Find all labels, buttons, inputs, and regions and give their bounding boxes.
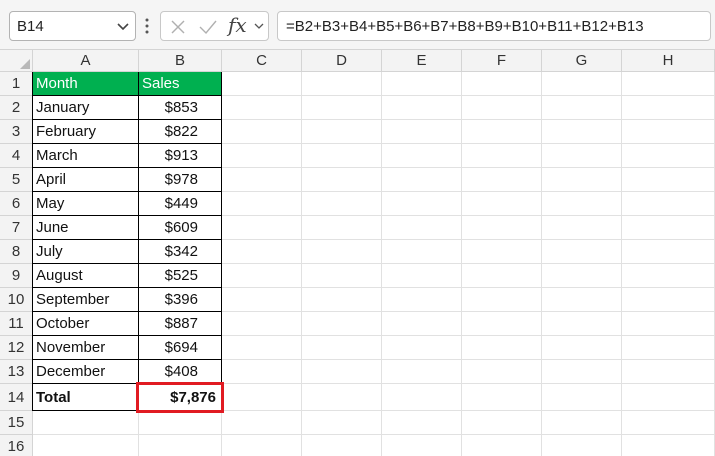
row-header-5[interactable]: 5 — [0, 168, 33, 192]
row-header-12[interactable]: 12 — [0, 336, 33, 360]
gridline — [541, 72, 542, 456]
column-header-d[interactable]: D — [302, 50, 382, 72]
cell-sales[interactable]: $853 — [139, 96, 222, 120]
cell-month[interactable]: June — [33, 216, 139, 240]
cell-sales[interactable]: $408 — [139, 360, 222, 384]
chevron-down-icon[interactable] — [253, 21, 265, 31]
gridline — [301, 72, 302, 456]
cell-sales[interactable]: $342 — [139, 240, 222, 264]
column-header-a[interactable]: A — [33, 50, 139, 72]
cell-total-label[interactable]: Total — [33, 384, 139, 411]
cell-month[interactable]: March — [33, 144, 139, 168]
vertical-dots-icon[interactable] — [145, 17, 149, 35]
row-header-15[interactable]: 15 — [0, 411, 33, 435]
header-cell-month[interactable]: Month — [33, 72, 139, 96]
row-header-1[interactable]: 1 — [0, 72, 33, 96]
close-icon[interactable] — [169, 18, 187, 36]
row-header-9[interactable]: 9 — [0, 264, 33, 288]
gridline — [381, 72, 382, 456]
cell-sales[interactable]: $822 — [139, 120, 222, 144]
cell-sales[interactable]: $525 — [139, 264, 222, 288]
cell-month[interactable]: September — [33, 288, 139, 312]
select-all-icon — [20, 59, 30, 69]
cell-month[interactable]: November — [33, 336, 139, 360]
row-header-16[interactable]: 16 — [0, 435, 33, 456]
row-header-6[interactable]: 6 — [0, 192, 33, 216]
cell-sales[interactable]: $978 — [139, 168, 222, 192]
selected-cell-highlight — [136, 382, 224, 413]
gridline — [621, 72, 622, 456]
cell-sales[interactable]: $694 — [139, 336, 222, 360]
gridline — [461, 72, 462, 456]
row-header-10[interactable]: 10 — [0, 288, 33, 312]
cell-sales[interactable]: $449 — [139, 192, 222, 216]
row-header-4[interactable]: 4 — [0, 144, 33, 168]
cell-month[interactable]: January — [33, 96, 139, 120]
row-header-11[interactable]: 11 — [0, 312, 33, 336]
cell-sales[interactable]: $887 — [139, 312, 222, 336]
gridline — [33, 434, 715, 435]
name-box[interactable]: B14 — [9, 11, 136, 41]
insert-function-button[interactable]: fx — [228, 13, 247, 37]
cell-month[interactable]: April — [33, 168, 139, 192]
header-cell-sales[interactable]: Sales — [139, 72, 222, 96]
column-header-b[interactable]: B — [139, 50, 222, 72]
row-header-8[interactable]: 8 — [0, 240, 33, 264]
column-header-h[interactable]: H — [622, 50, 715, 72]
check-icon[interactable] — [198, 18, 218, 36]
formula-bar: B14 fx =B2+B3+B4+B5+B6+B7+B8+B9+B10+B11+… — [0, 0, 715, 50]
cell-month[interactable]: October — [33, 312, 139, 336]
formula-input[interactable]: =B2+B3+B4+B5+B6+B7+B8+B9+B10+B11+B12+B13 — [277, 11, 711, 41]
cell-sales[interactable]: $609 — [139, 216, 222, 240]
cell-sales[interactable]: $396 — [139, 288, 222, 312]
table-border — [32, 72, 33, 411]
row-header-3[interactable]: 3 — [0, 120, 33, 144]
row-header-14[interactable]: 14 — [0, 384, 33, 411]
cell-month[interactable]: August — [33, 264, 139, 288]
formula-text: =B2+B3+B4+B5+B6+B7+B8+B9+B10+B11+B12+B13 — [286, 18, 644, 35]
column-header-e[interactable]: E — [382, 50, 462, 72]
select-all-button[interactable] — [0, 50, 33, 72]
cell-month[interactable]: May — [33, 192, 139, 216]
row-header-13[interactable]: 13 — [0, 360, 33, 384]
row-header-7[interactable]: 7 — [0, 216, 33, 240]
formula-actions: fx — [160, 11, 269, 41]
column-header-g[interactable]: G — [542, 50, 622, 72]
cell-month[interactable]: July — [33, 240, 139, 264]
column-header-f[interactable]: F — [462, 50, 542, 72]
cell-month[interactable]: December — [33, 360, 139, 384]
name-box-value: B14 — [17, 18, 44, 35]
column-header-c[interactable]: C — [222, 50, 302, 72]
cell-sales[interactable]: $913 — [139, 144, 222, 168]
cell-month[interactable]: February — [33, 120, 139, 144]
chevron-down-icon[interactable] — [115, 20, 131, 34]
row-header-2[interactable]: 2 — [0, 96, 33, 120]
